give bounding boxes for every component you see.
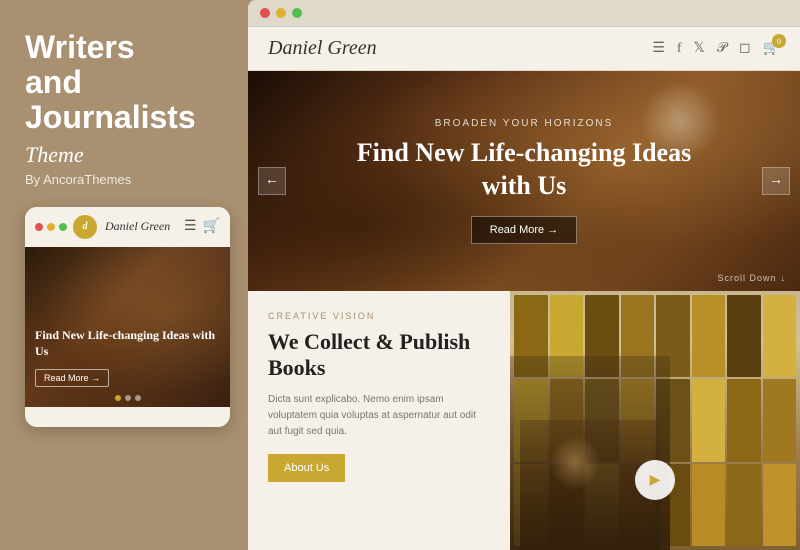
- hero-read-more-button[interactable]: Read More →: [471, 216, 577, 244]
- book-24: [763, 464, 797, 546]
- hero-prev-arrow[interactable]: ←: [258, 167, 286, 195]
- mobile-preview-card: d Daniel Green ☰ 🛒 Find New Life-changin…: [25, 207, 230, 427]
- book-22: [692, 464, 726, 546]
- site-header: Daniel Green ☰ f 𝕏 𝒫 ◻ 🛒 0: [248, 27, 800, 71]
- mobile-cart-icon[interactable]: 🛒: [203, 218, 220, 235]
- book-15: [727, 379, 761, 461]
- book-7: [727, 295, 761, 377]
- hero-title: Find New Life-changing Ideas with Us: [354, 137, 694, 202]
- hero-overlay: BROADEN YOUR HORIZONS Find New Life-chan…: [248, 71, 800, 291]
- cart-icon-wrap[interactable]: 🛒 0: [763, 40, 780, 57]
- hero-subtitle-label: BROADEN YOUR HORIZONS: [435, 118, 614, 129]
- browser-dot-red: [260, 8, 270, 18]
- cart-badge: 0: [772, 34, 786, 48]
- scroll-down-icon: ↓: [781, 273, 787, 283]
- mobile-hero-overlay: Find New Life-changing Ideas with Us Rea…: [35, 328, 220, 386]
- content-body-text: Dicta sunt explicabo. Nemo enim ipsam vo…: [268, 392, 490, 440]
- header-nav: ☰ f 𝕏 𝒫 ◻ 🛒 0: [652, 40, 780, 57]
- creative-vision-label: CREATIVE VISION: [268, 311, 490, 321]
- hamburger-icon[interactable]: ☰: [652, 40, 665, 57]
- book-14: [692, 379, 726, 461]
- pinterest-icon[interactable]: 𝒫: [717, 41, 727, 57]
- mobile-hero-title: Find New Life-changing Ideas with Us: [35, 328, 220, 359]
- book-16: [763, 379, 797, 461]
- video-play-button[interactable]: ▶: [635, 460, 675, 500]
- content-left: CREATIVE VISION We Collect & Publish Boo…: [248, 291, 510, 550]
- dot-1: [115, 395, 121, 401]
- main-title: Writers and Journalists: [25, 30, 228, 136]
- browser-dot-green: [292, 8, 302, 18]
- scroll-down-label: Scroll Down ↓: [717, 273, 786, 283]
- browser-content: Daniel Green ☰ f 𝕏 𝒫 ◻ 🛒 0 BROADEN YOUR …: [248, 27, 800, 550]
- facebook-icon[interactable]: f: [677, 41, 682, 57]
- browser-mockup: Daniel Green ☰ f 𝕏 𝒫 ◻ 🛒 0 BROADEN YOUR …: [248, 0, 800, 550]
- dot-2: [125, 395, 131, 401]
- mobile-logo-area: d Daniel Green: [67, 215, 184, 239]
- dot-3: [135, 395, 141, 401]
- mobile-dot-red: [35, 223, 43, 231]
- mobile-logo-text: Daniel Green: [105, 219, 170, 234]
- instagram-icon[interactable]: ◻: [739, 40, 751, 57]
- byline: By AncoraThemes: [25, 172, 228, 187]
- browser-chrome: [248, 0, 800, 27]
- mobile-dot-green: [59, 223, 67, 231]
- mobile-read-more-button[interactable]: Read More →: [35, 369, 109, 387]
- mobile-hero: Find New Life-changing Ideas with Us Rea…: [25, 247, 230, 407]
- book-6: [692, 295, 726, 377]
- book-8: [763, 295, 797, 377]
- theme-label: Theme: [25, 142, 228, 168]
- mobile-dot-yellow: [47, 223, 55, 231]
- mobile-dots: [35, 223, 67, 231]
- content-right-media: ▶: [510, 291, 800, 550]
- book-23: [727, 464, 761, 546]
- left-panel: Writers and Journalists Theme By AncoraT…: [0, 0, 248, 550]
- twitter-icon[interactable]: 𝕏: [694, 40, 705, 57]
- browser-dot-yellow: [276, 8, 286, 18]
- about-us-button[interactable]: About Us: [268, 454, 345, 482]
- mobile-nav-icons: ☰ 🛒: [184, 218, 220, 235]
- content-section: CREATIVE VISION We Collect & Publish Boo…: [248, 291, 800, 550]
- site-logo: Daniel Green: [268, 37, 377, 60]
- mobile-logo-icon: d: [73, 215, 97, 239]
- mobile-menu-icon[interactable]: ☰: [184, 218, 197, 235]
- hero-section: BROADEN YOUR HORIZONS Find New Life-chan…: [248, 71, 800, 291]
- mobile-topbar: d Daniel Green ☰ 🛒: [25, 207, 230, 247]
- content-heading: We Collect & Publish Books: [268, 329, 490, 382]
- mobile-bottom-dots: [115, 395, 141, 401]
- hero-next-arrow[interactable]: →: [762, 167, 790, 195]
